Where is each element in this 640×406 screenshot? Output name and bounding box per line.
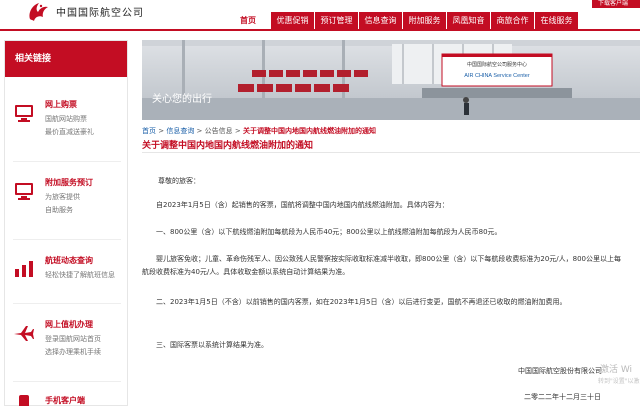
sidebar-item-desc: 最价直减送豪礼 — [45, 128, 94, 136]
phone-icon — [19, 395, 29, 406]
sidebar-title: 相关链接 — [5, 41, 127, 77]
article-paragraph: 三、国际客票以系统计算结果为准。 — [156, 341, 268, 349]
sidebar-item-desc: 选择办理乘机手续 — [45, 348, 101, 356]
sidebar-item-extra-services[interactable]: 附加服务预订 为旅客提供 自助服务 — [13, 177, 125, 237]
site-header: 中国国际航空公司 下载客户端 首页 优惠促销 预订管理 信息查询 附加服务 凤凰… — [0, 0, 640, 30]
service-center-sign-cn: 中国国际航空公司服务中心 — [467, 61, 527, 68]
article-date: 二零二二年十二月三十日 — [524, 393, 601, 401]
nav-info[interactable]: 信息查询 — [358, 12, 402, 30]
computer-icon — [15, 105, 33, 122]
air-china-phoenix-logo-icon[interactable] — [26, 1, 50, 23]
sidebar-item-desc: 自助服务 — [45, 206, 73, 214]
breadcrumb-current: 关于调整中国内地国内航线燃油附加的通知 — [242, 127, 376, 135]
sidebar-item-desc: 轻松快捷了解航班信息 — [45, 271, 115, 279]
article-paragraph: 二、2023年1月5日（不含）以前销售的国内客票，如在2023年1月5日（含）以… — [156, 298, 567, 306]
article-paragraph: 自2023年1月5日（含）起销售的客票，国航将调整中国内地国内航线燃油附加。具体… — [156, 201, 449, 209]
activation-watermark: 激活 Wi — [600, 365, 633, 375]
article-greeting: 尊敬的旅客： — [158, 177, 200, 185]
activation-watermark-sub: 转到"设置"以激 — [598, 378, 640, 385]
download-client-button[interactable]: 下载客户端 — [592, 0, 640, 8]
nav-phoenix-miles[interactable]: 凤凰知音 — [446, 12, 490, 30]
sidebar-item-title[interactable]: 航班动态查询 — [45, 255, 93, 266]
breadcrumb-separator: > — [232, 127, 243, 135]
banner-scene: 中国国际航空公司服务中心 AIR CHINA Service Center 关心… — [142, 40, 640, 120]
sidebar-item-title[interactable]: 附加服务预订 — [45, 177, 93, 188]
sidebar-divider — [13, 161, 121, 162]
brand-name[interactable]: 中国国际航空公司 — [56, 4, 144, 19]
nav-home[interactable]: 首页 — [226, 12, 270, 30]
computer-icon — [15, 183, 33, 200]
breadcrumb: 首页 > 信息查询 > 公告信息 > 关于调整中国内地国内航线燃油附加的通知 — [142, 126, 376, 136]
breadcrumb-announcements[interactable]: 公告信息 — [205, 127, 233, 135]
page-title: 关于调整中国内地国内航线燃油附加的通知 — [142, 141, 314, 151]
sidebar-divider — [13, 381, 121, 382]
sidebar-item-desc: 登录国航网站首页 — [45, 335, 101, 343]
nav-business[interactable]: 商旅合作 — [490, 12, 534, 30]
sidebar-item-online-checkin[interactable]: 网上值机办理 登录国航网站首页 选择办理乘机手续 — [13, 319, 125, 379]
breadcrumb-separator: > — [194, 127, 205, 135]
sidebar-divider — [13, 239, 121, 240]
related-links-sidebar: 相关链接 网上购票 国航网站购票 最价直减送豪礼 附加服务预订 为旅客提供 自助… — [4, 40, 128, 406]
breadcrumb-home[interactable]: 首页 — [142, 127, 156, 135]
nav-booking[interactable]: 预订管理 — [314, 12, 358, 30]
sidebar-item-title[interactable]: 网上购票 — [45, 99, 77, 110]
article-paragraph: 婴儿旅客免收；儿童、革命伤残军人、因公致残人民警察按实际收取标准减半收取，即80… — [142, 255, 621, 276]
airport-banner-image: 中国国际航空公司服务中心 AIR CHINA Service Center 关心… — [142, 40, 640, 120]
main-nav: 首页 优惠促销 预订管理 信息查询 附加服务 凤凰知音 商旅合作 在线服务 — [226, 12, 578, 30]
nav-online-service[interactable]: 在线服务 — [534, 12, 578, 30]
sidebar-item-title[interactable]: 网上值机办理 — [45, 319, 93, 330]
sidebar-item-title[interactable]: 手机客户端 — [45, 395, 85, 406]
title-divider — [142, 152, 640, 153]
header-divider — [0, 29, 640, 31]
service-center-sign-en: AIR CHINA Service Center — [464, 73, 530, 79]
breadcrumb-separator: > — [156, 127, 167, 135]
nav-extra-services[interactable]: 附加服务 — [402, 12, 446, 30]
article-company: 中国国际航空股份有限公司 — [518, 367, 602, 375]
sidebar-item-desc: 国航网站购票 — [45, 115, 87, 123]
breadcrumb-info[interactable]: 信息查询 — [166, 127, 194, 135]
sidebar-divider — [13, 303, 121, 304]
nav-promotions[interactable]: 优惠促销 — [270, 12, 314, 30]
article-paragraph: 一、800公里（含）以下航线燃油附加每航段为人民币40元；800公里以上航线燃油… — [156, 228, 502, 236]
airplane-icon — [14, 326, 34, 341]
bar-chart-icon — [15, 261, 33, 277]
banner-slogan: 关心您的出行 — [152, 92, 212, 105]
sidebar-item-mobile-client[interactable]: 手机客户端 — [13, 395, 125, 406]
sidebar-item-desc: 为旅客提供 — [45, 193, 80, 201]
sidebar-item-flight-status[interactable]: 航班动态查询 轻松快捷了解航班信息 — [13, 255, 125, 315]
sidebar-item-buy-ticket[interactable]: 网上购票 国航网站购票 最价直减送豪礼 — [13, 99, 125, 159]
